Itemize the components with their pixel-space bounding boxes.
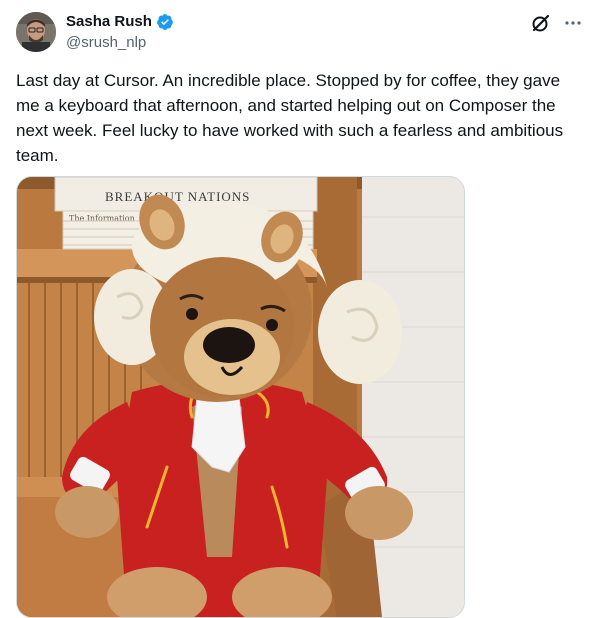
tweet-photo[interactable]: BREAKOUT NATIONS The Information bbox=[16, 176, 465, 618]
tweet-text: Last day at Cursor. An incredible place.… bbox=[16, 71, 564, 165]
grok-icon[interactable] bbox=[530, 12, 552, 34]
book-title: BREAKOUT NATIONS bbox=[105, 189, 250, 204]
author-name-row: Sasha Rush bbox=[66, 12, 174, 32]
author-display-name[interactable]: Sasha Rush bbox=[66, 12, 152, 32]
tweet-actions-top bbox=[530, 12, 584, 34]
more-icon[interactable] bbox=[562, 12, 584, 34]
avatar[interactable] bbox=[16, 12, 56, 52]
tweet: Sasha Rush @srush_nlp Last day at Cursor… bbox=[0, 0, 598, 618]
verified-badge-icon bbox=[156, 13, 174, 31]
avatar-image bbox=[16, 12, 56, 52]
author-handle[interactable]: @srush_nlp bbox=[66, 33, 146, 53]
book-spine-text: The Information bbox=[69, 214, 135, 223]
